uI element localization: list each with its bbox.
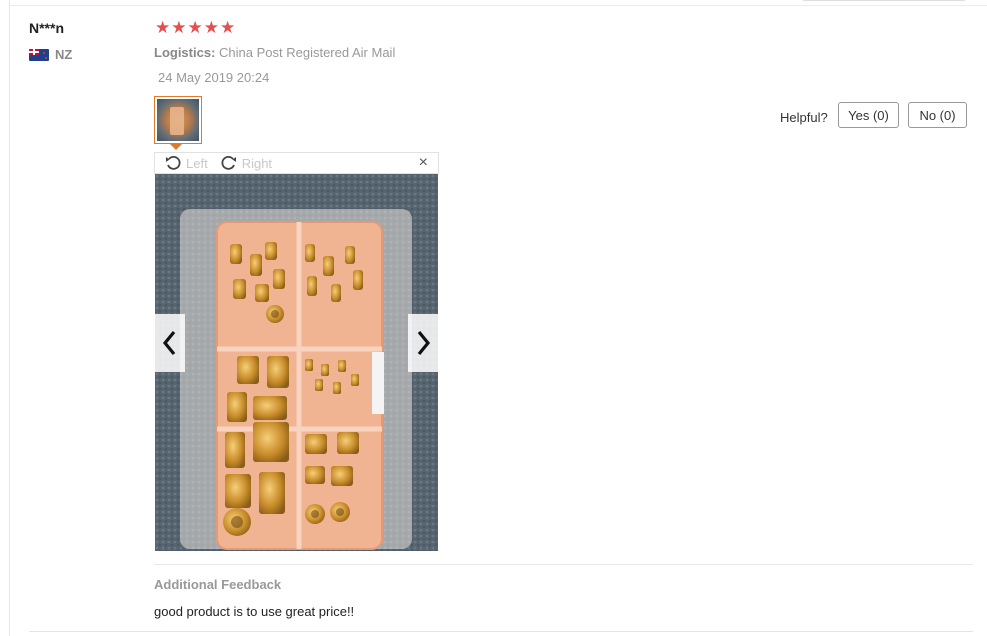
review-bottom-divider [29,631,973,632]
nz-flag-icon [29,48,49,61]
additional-feedback-title: Additional Feedback [154,577,282,592]
rotate-left-button[interactable]: Left [164,154,208,172]
helpful-label: Helpful? [780,110,828,125]
star-icon: ★ [203,18,219,37]
helpful-no-button[interactable]: No (0) [908,102,967,128]
close-viewer-icon[interactable]: × [419,154,428,172]
star-icon: ★ [187,18,203,37]
logistics-label: Logistics: [154,45,216,60]
helpful-yes-button[interactable]: Yes (0) [838,102,899,128]
photo-illustration [155,174,438,551]
logistics-value: China Post Registered Air Mail [219,45,396,60]
chevron-left-icon [162,330,176,356]
previous-image-button[interactable] [155,314,185,372]
image-viewer-toolbar: Left Right × [154,152,439,174]
rotate-left-icon [166,155,181,170]
star-icon: ★ [220,18,236,37]
rotate-left-label: Left [186,155,208,171]
review-photo-large [155,174,438,551]
left-border [9,0,10,636]
feedback-divider [154,564,973,565]
rotate-right-label: Right [241,155,273,171]
star-icon: ★ [171,18,187,37]
rotate-right-icon [221,155,236,170]
star-rating: ★ ★ ★ ★ ★ [155,19,235,36]
thumbnail-pointer [170,144,182,150]
chevron-right-icon [417,330,431,356]
additional-feedback-text: good product is to use great price!! [154,604,355,619]
next-image-button[interactable] [408,314,438,372]
top-divider [10,5,987,6]
reviewer-name: N***n [29,20,65,36]
thumbnail-image [157,99,199,141]
previous-element-edge [803,0,965,1]
star-icon: ★ [155,18,171,37]
reviewer-country: NZ [29,47,72,62]
logistics-info: Logistics: China Post Registered Air Mai… [154,45,395,60]
country-code: NZ [55,47,73,62]
review-photo-thumbnail[interactable] [154,96,202,144]
rotate-right-button[interactable]: Right [220,154,272,172]
review-date: 24 May 2019 20:24 [158,70,270,85]
